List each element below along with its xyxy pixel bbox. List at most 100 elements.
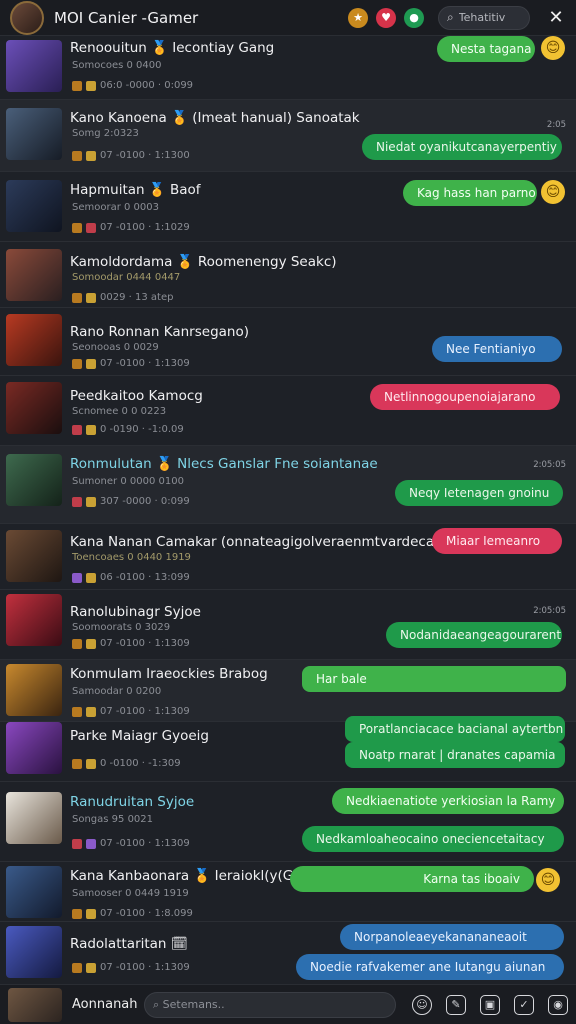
contact-status: Sumoner 0 0000 0100 [72, 476, 184, 487]
timestamp: 2:05 [546, 120, 566, 130]
contact-name: Ronmulutan 🏅 Nlecs Ganslar Fne soiantana… [70, 456, 378, 472]
meta-text: 0 -0190 · -1:0.09 [100, 424, 184, 435]
contact-status: Somoodar 0444 0447 [72, 272, 181, 283]
list-item[interactable]: Ranolubinagr Syjoe Soomoorats 0 3029 07 … [0, 590, 576, 660]
meta-row: 0 -0190 · -1:0.09 [72, 424, 184, 435]
list-item[interactable]: Rano Ronnan Kanrsegano) Seonooas 0 0029 … [0, 308, 576, 376]
input-placeholder: Setemans.. [162, 998, 225, 1011]
message-bubble[interactable]: Noatp rnarat | dranates capamia [345, 742, 565, 768]
list-item[interactable]: Ranudruitan Syjoe Songas 95 0021 07 -010… [0, 782, 576, 862]
close-icon[interactable]: ✕ [546, 7, 566, 28]
list-item[interactable]: Radolattaritan 🗓 07 -0100 · 1:1309 Norpa… [0, 922, 576, 984]
meta-text: 07 -0100 · 1:1309 [100, 358, 190, 369]
my-avatar[interactable] [8, 987, 62, 1022]
meta-row: 0029 · 13 atep [72, 292, 173, 303]
green-circle-icon[interactable]: ● [404, 7, 424, 28]
search-box[interactable]: ⌕ Tehatitiv [438, 5, 530, 30]
emoji-icon: 😊 [541, 36, 565, 60]
avatar [6, 40, 62, 92]
contact-name: Hapmuitan 🏅 Baof [70, 182, 201, 198]
meta-row: 0 -0100 · -1:309 [72, 758, 181, 769]
contact-status: Semoorar 0 0003 [72, 202, 159, 213]
contact-name: Ranudruitan Syjoe [70, 794, 195, 810]
message-bubble[interactable]: Norpanoleaeyekanananeaoit [340, 924, 564, 950]
message-input[interactable]: ⌕ Setemans.. [144, 991, 396, 1018]
list-item[interactable]: Kana Nanan Camakar (onnateagigolveraenmt… [0, 524, 576, 590]
message-bubble[interactable]: Nedkiaenatiote yerkiosian la Ramy [332, 788, 564, 814]
message-bubble[interactable]: Nedkamloaheocaino oneciencetaitacy [302, 826, 564, 852]
meta-row: 07 -0100 · 1:1309 [72, 706, 190, 717]
gallery-icon[interactable]: ▣ [480, 994, 500, 1015]
meta-text: 07 -0100 · 1:1029 [100, 222, 190, 233]
meta-text: 07 -0100 · 1:1309 [100, 638, 190, 649]
message-bubble[interactable]: Niedat oyanikutcanayerpentiy [362, 134, 562, 160]
avatar [6, 454, 62, 506]
message-bubble[interactable]: Karna tas iboaiv [290, 866, 534, 892]
meta-text: 07 -0100 · 1:8.099 [100, 908, 193, 919]
avatar [6, 249, 62, 301]
meta-text: 0029 · 13 atep [100, 292, 174, 303]
list-item[interactable]: Kano Kanoena 🏅 (Imeat hanual) Sanoatak S… [0, 100, 576, 172]
contact-name: Radolattaritan 🗓 [70, 936, 188, 952]
contact-name: Kamoldordama 🏅 Roomenengy Seakc) [70, 254, 337, 270]
gold-icon[interactable]: ★ [348, 7, 368, 28]
contact-status: Somg 2:0323 [72, 128, 139, 139]
list-item[interactable]: Kamoldordama 🏅 Roomenengy Seakc) Somooda… [0, 242, 576, 308]
contact-status: Songas 95 0021 [72, 814, 154, 825]
list-item[interactable]: Kana Kanbaonara 🏅 Ieraiokl(y(Gad Samoose… [0, 862, 576, 922]
contact-status: Scnomee 0 0 0223 [72, 406, 167, 417]
meta-row: 06:0 -0000 · 0:099 [72, 80, 193, 91]
avatar [6, 180, 62, 232]
emoji-icon: 😊 [541, 180, 565, 204]
contact-name: Rano Ronnan Kanrsegano) [70, 324, 249, 340]
message-bubble[interactable]: Har bale [302, 666, 566, 692]
meta-text: 07 -0100 · 1:1300 [100, 150, 190, 161]
list-item[interactable]: Ronmulutan 🏅 Nlecs Ganslar Fne soiantana… [0, 446, 576, 524]
chat-list: Renoouitun 🏅 Iecontiay Gang Somocoes 0 0… [0, 36, 576, 984]
meta-text: 307 -0000 · 0:099 [100, 496, 190, 507]
avatar [6, 108, 62, 160]
heart-icon[interactable]: ♥ [376, 7, 396, 28]
avatar [6, 722, 62, 774]
list-item[interactable]: Konmulam Iraeockies Brabog Samoodar 0 02… [0, 660, 576, 722]
list-item[interactable]: Peedkaitoo Kamocg Scnomee 0 0 0223 0 -01… [0, 376, 576, 446]
list-item[interactable]: Hapmuitan 🏅 Baof Semoorar 0 0003 07 -010… [0, 172, 576, 242]
contact-name: Ranolubinagr Syjoe [70, 604, 201, 620]
user-avatar[interactable] [10, 0, 44, 35]
sticker-icon[interactable]: ✎ [446, 994, 466, 1015]
emoji-picker-icon[interactable]: ☺ [412, 994, 432, 1015]
contact-status: Somocoes 0 0400 [72, 60, 162, 71]
list-item[interactable]: Renoouitun 🏅 Iecontiay Gang Somocoes 0 0… [0, 36, 576, 100]
contact-name: Kano Kanoena 🏅 (Imeat hanual) Sanoatak [70, 110, 360, 126]
message-bubble[interactable]: Poratlanciacace bacianal aytertbn [345, 716, 565, 742]
meta-row: 307 -0000 · 0:099 [72, 496, 190, 507]
message-bubble[interactable]: Nee Fentianiyo [432, 336, 562, 362]
avatar [6, 664, 62, 716]
app-title: MOI Canier -Gamer [54, 8, 199, 27]
contact-name: Peedkaitoo Kamocg [70, 388, 203, 404]
header: MOI Canier -Gamer ★ ♥ ● ⌕ Tehatitiv ✕ [0, 0, 576, 36]
composer-tools: ☺ ✎ ▣ ✓ ◉ [412, 994, 568, 1015]
message-bubble[interactable]: Nesta tagana [437, 36, 535, 62]
message-bubble[interactable]: Miaar Iemeanro [432, 528, 562, 554]
meta-row: 07 -0100 · 1:1309 [72, 358, 190, 369]
search-label: Tehatitiv [458, 11, 506, 24]
message-bubble[interactable]: Nodanidaeangeagourarent [386, 622, 562, 648]
like-icon[interactable]: ✓ [514, 994, 534, 1015]
meta-text: 06:0 -0000 · 0:099 [100, 80, 194, 91]
message-bubble[interactable]: Noedie rafvakemer ane Iutangu aiunan [296, 954, 564, 980]
meta-row: 07 -0100 · 1:1309 [72, 638, 190, 649]
message-bubble[interactable]: Neqy Ietenagen gnoinu [395, 480, 563, 506]
avatar [6, 926, 62, 978]
header-actions: ★ ♥ ● ⌕ Tehatitiv ✕ [348, 5, 566, 30]
meta-text: 07 -0100 · 1:1309 [100, 962, 190, 973]
meta-text: 07 -0100 · 1:1309 [100, 706, 190, 717]
contact-status: Samoodar 0 0200 [72, 686, 162, 697]
contact-status: Seonooas 0 0029 [72, 342, 159, 353]
contact-status: Samooser 0 0449 1919 [72, 888, 189, 899]
message-bubble[interactable]: Netlinnogoupenoiajarano [370, 384, 560, 410]
timestamp: 2:05:05 [533, 460, 566, 470]
message-bubble[interactable]: Kag hass han parno [403, 180, 537, 206]
camera-icon[interactable]: ◉ [548, 994, 568, 1015]
list-item[interactable]: Parke Maiagr Gyoeig 0 -0100 · -1:309 Por… [0, 716, 576, 782]
